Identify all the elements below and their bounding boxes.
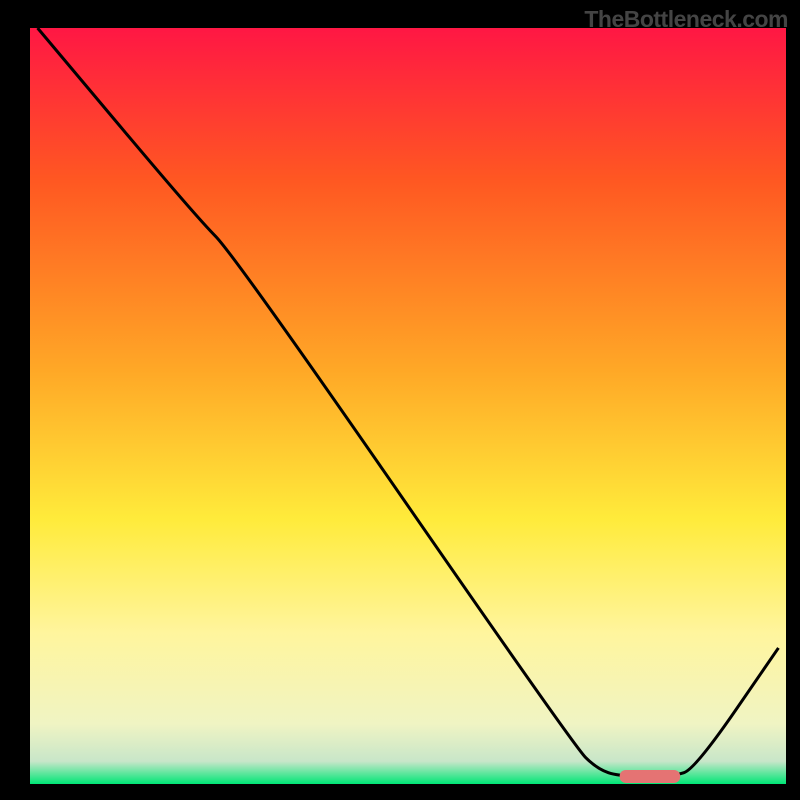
chart-svg: [0, 0, 800, 800]
plot-area: [30, 28, 786, 784]
watermark-text: TheBottleneck.com: [584, 6, 788, 33]
chart-container: TheBottleneck.com: [0, 0, 800, 800]
optimal-marker: [620, 770, 680, 783]
